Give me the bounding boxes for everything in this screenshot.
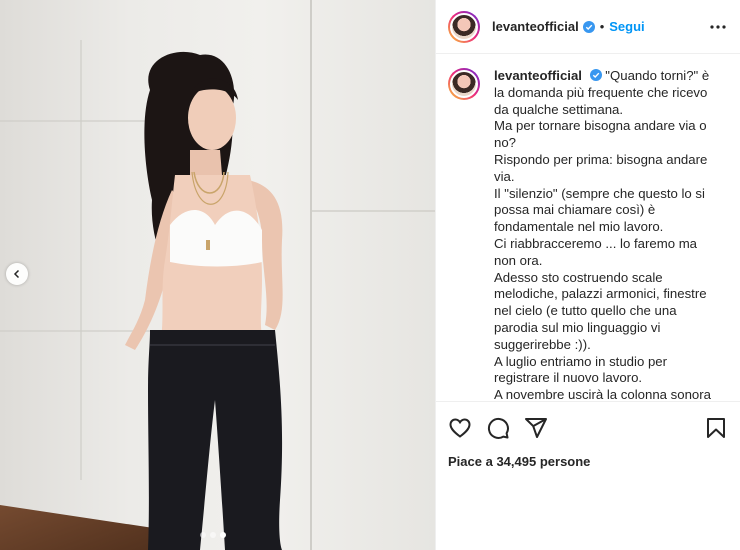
caption-line: A luglio entriamo in studio per registra…	[494, 353, 668, 386]
carousel-dot-active	[220, 532, 226, 538]
follow-button[interactable]: Segui	[609, 19, 644, 34]
caption-line: Adesso sto costruendo scale melodiche, p…	[494, 269, 707, 352]
caption-line: Ci riabbracceremo ... lo faremo ma non o…	[494, 235, 698, 268]
carousel-dot	[200, 532, 206, 538]
likes-prefix: Piace a	[448, 454, 493, 469]
post-header: levanteofficial • Segui	[436, 0, 740, 54]
save-button[interactable]	[704, 416, 728, 440]
comments-area[interactable]: levanteofficial "Quando torni?" è la dom…	[436, 54, 740, 401]
caption-line: A novembre uscirà la colonna sonora	[494, 387, 711, 401]
more-options-button[interactable]	[708, 17, 728, 37]
avatar[interactable]	[448, 68, 480, 100]
post-sidebar: levanteofficial • Segui levanteofficial …	[435, 0, 740, 550]
likes-count[interactable]: Piace a 34,495 persone	[448, 454, 728, 469]
chevron-left-icon	[13, 269, 20, 279]
caption-line: Rispondo per prima: bisogna andare via.	[494, 151, 708, 184]
verified-badge-icon	[582, 20, 595, 33]
separator-bullet: •	[599, 19, 605, 34]
header-username[interactable]: levanteofficial	[492, 19, 579, 34]
carousel-prev-button[interactable]	[6, 263, 28, 285]
caption-row: levanteofficial "Quando torni?" è la dom…	[448, 68, 728, 401]
likes-suffix: persone	[539, 454, 591, 469]
carousel-indicator	[200, 532, 226, 538]
comment-icon	[487, 417, 509, 439]
avatar[interactable]	[448, 10, 480, 43]
more-options-icon	[710, 24, 726, 29]
likes-number: 34,495	[496, 454, 537, 469]
action-bar	[448, 402, 728, 448]
post-actions-section: Piace a 34,495 persone	[436, 401, 740, 550]
carousel-dot	[210, 532, 216, 538]
like-button[interactable]	[448, 416, 472, 440]
post-media[interactable]	[0, 0, 435, 550]
verified-badge-icon	[589, 69, 602, 81]
post-container: levanteofficial • Segui levanteofficial …	[0, 0, 740, 550]
heart-icon	[449, 418, 471, 438]
share-icon	[525, 418, 547, 438]
caption-line: Il "silenzio" (sempre che questo lo si p…	[494, 185, 705, 235]
post-caption: levanteofficial "Quando torni?" è la dom…	[494, 68, 719, 401]
bookmark-icon	[707, 418, 725, 438]
caption-line: Ma per tornare bisogna andare via o no?	[494, 118, 707, 151]
caption-username[interactable]: levanteofficial	[494, 68, 582, 83]
comment-button[interactable]	[486, 416, 510, 440]
photo-subject	[125, 51, 283, 550]
share-button[interactable]	[524, 416, 548, 440]
